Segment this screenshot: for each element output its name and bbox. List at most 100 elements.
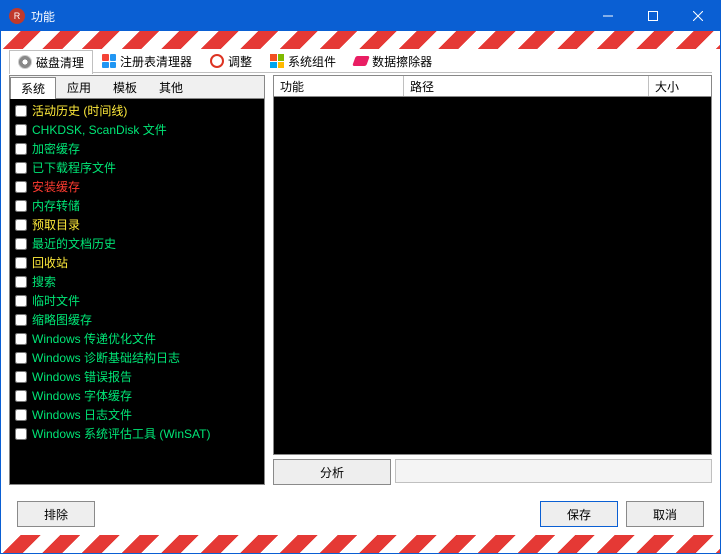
item-checkbox[interactable] (15, 105, 27, 117)
gear-icon (210, 54, 224, 68)
item-checkbox[interactable] (15, 371, 27, 383)
item-checkbox[interactable] (15, 143, 27, 155)
list-item[interactable]: 缩略图缓存 (13, 310, 261, 329)
spacer (103, 501, 532, 527)
windows-icon (270, 54, 284, 68)
left-pane: 系统应用模板其他 活动历史 (时间线)CHKDSK, ScanDisk 文件加密… (9, 75, 265, 485)
top-tab-4[interactable]: 数据擦除器 (345, 49, 441, 73)
item-label: 预取目录 (32, 216, 80, 233)
item-label: 已下载程序文件 (32, 159, 116, 176)
item-checkbox[interactable] (15, 200, 27, 212)
table-header: 功能路径大小 (274, 76, 711, 97)
item-label: Windows 诊断基础结构日志 (32, 349, 180, 366)
list-item[interactable]: Windows 错误报告 (13, 367, 261, 386)
top-tab-1[interactable]: 注册表清理器 (93, 49, 201, 73)
top-tab-2[interactable]: 调整 (201, 49, 261, 73)
minimize-button[interactable] (585, 1, 630, 31)
top-tab-label: 系统组件 (288, 53, 336, 70)
list-item[interactable]: 活动历史 (时间线) (13, 101, 261, 120)
check-list[interactable]: 活动历史 (时间线)CHKDSK, ScanDisk 文件加密缓存已下载程序文件… (10, 99, 264, 484)
eraser-icon (352, 56, 370, 66)
item-checkbox[interactable] (15, 238, 27, 250)
app-window: R 功能 磁盘清理 注册表清理器 调整 系统组件 数据擦除器 系统应用模板其他 活动历史… (0, 0, 721, 554)
item-checkbox[interactable] (15, 428, 27, 440)
disc-icon (18, 55, 32, 69)
item-label: 活动历史 (时间线) (32, 102, 127, 119)
stripe-bottom (1, 535, 720, 553)
item-label: Windows 字体缓存 (32, 387, 132, 404)
progress-slot (395, 459, 712, 483)
item-checkbox[interactable] (15, 219, 27, 231)
item-label: Windows 日志文件 (32, 406, 132, 423)
sub-tab-3[interactable]: 其他 (148, 76, 194, 98)
item-label: Windows 传递优化文件 (32, 330, 156, 347)
item-label: 临时文件 (32, 292, 80, 309)
item-label: 回收站 (32, 254, 68, 271)
analyze-button[interactable]: 分析 (273, 459, 391, 485)
list-item[interactable]: 安装缓存 (13, 177, 261, 196)
footer: 排除 保存 取消 (9, 493, 712, 535)
top-tab-label: 磁盘清理 (36, 54, 84, 71)
list-item[interactable]: Windows 系统评估工具 (WinSAT) (13, 424, 261, 443)
item-checkbox[interactable] (15, 276, 27, 288)
column-header-2[interactable]: 大小 (649, 76, 711, 96)
list-item[interactable]: 最近的文档历史 (13, 234, 261, 253)
item-checkbox[interactable] (15, 333, 27, 345)
sub-tab-0[interactable]: 系统 (10, 77, 56, 99)
column-header-0[interactable]: 功能 (274, 76, 404, 96)
item-label: 加密缓存 (32, 140, 80, 157)
top-tab-label: 数据擦除器 (372, 53, 432, 70)
item-checkbox[interactable] (15, 124, 27, 136)
item-checkbox[interactable] (15, 257, 27, 269)
top-tab-label: 调整 (228, 53, 252, 70)
sub-tab-2[interactable]: 模板 (102, 76, 148, 98)
window-controls (585, 1, 720, 31)
save-button[interactable]: 保存 (540, 501, 618, 527)
window-title: 功能 (31, 8, 585, 25)
app-icon: R (9, 8, 25, 24)
titlebar: R 功能 (1, 1, 720, 31)
item-label: Windows 系统评估工具 (WinSAT) (32, 425, 210, 442)
right-pane: 功能路径大小 分析 (273, 75, 712, 485)
list-item[interactable]: 已下载程序文件 (13, 158, 261, 177)
maximize-button[interactable] (630, 1, 675, 31)
sub-tab-1[interactable]: 应用 (56, 76, 102, 98)
item-checkbox[interactable] (15, 352, 27, 364)
item-label: 缩略图缓存 (32, 311, 92, 328)
top-tab-3[interactable]: 系统组件 (261, 49, 345, 73)
item-checkbox[interactable] (15, 162, 27, 174)
item-label: Windows 错误报告 (32, 368, 132, 385)
table-body[interactable] (274, 97, 711, 454)
panes: 系统应用模板其他 活动历史 (时间线)CHKDSK, ScanDisk 文件加密… (9, 73, 712, 493)
close-button[interactable] (675, 1, 720, 31)
exclude-button[interactable]: 排除 (17, 501, 95, 527)
registry-icon (102, 54, 116, 68)
item-label: 内存转储 (32, 197, 80, 214)
list-item[interactable]: 加密缓存 (13, 139, 261, 158)
item-label: 最近的文档历史 (32, 235, 116, 252)
list-item[interactable]: 回收站 (13, 253, 261, 272)
list-item[interactable]: 预取目录 (13, 215, 261, 234)
item-label: 搜索 (32, 273, 56, 290)
list-item[interactable]: CHKDSK, ScanDisk 文件 (13, 120, 261, 139)
item-checkbox[interactable] (15, 295, 27, 307)
analyze-row: 分析 (273, 459, 712, 485)
list-item[interactable]: Windows 字体缓存 (13, 386, 261, 405)
column-header-1[interactable]: 路径 (404, 76, 649, 96)
top-tabs: 磁盘清理 注册表清理器 调整 系统组件 数据擦除器 (9, 49, 712, 73)
top-tab-0[interactable]: 磁盘清理 (9, 50, 93, 74)
list-item[interactable]: Windows 诊断基础结构日志 (13, 348, 261, 367)
list-item[interactable]: Windows 日志文件 (13, 405, 261, 424)
stripe-top (1, 31, 720, 49)
item-checkbox[interactable] (15, 314, 27, 326)
top-tab-label: 注册表清理器 (120, 53, 192, 70)
list-item[interactable]: 临时文件 (13, 291, 261, 310)
item-checkbox[interactable] (15, 390, 27, 402)
results-table: 功能路径大小 (273, 75, 712, 455)
item-checkbox[interactable] (15, 409, 27, 421)
item-checkbox[interactable] (15, 181, 27, 193)
cancel-button[interactable]: 取消 (626, 501, 704, 527)
list-item[interactable]: 内存转储 (13, 196, 261, 215)
list-item[interactable]: 搜索 (13, 272, 261, 291)
list-item[interactable]: Windows 传递优化文件 (13, 329, 261, 348)
